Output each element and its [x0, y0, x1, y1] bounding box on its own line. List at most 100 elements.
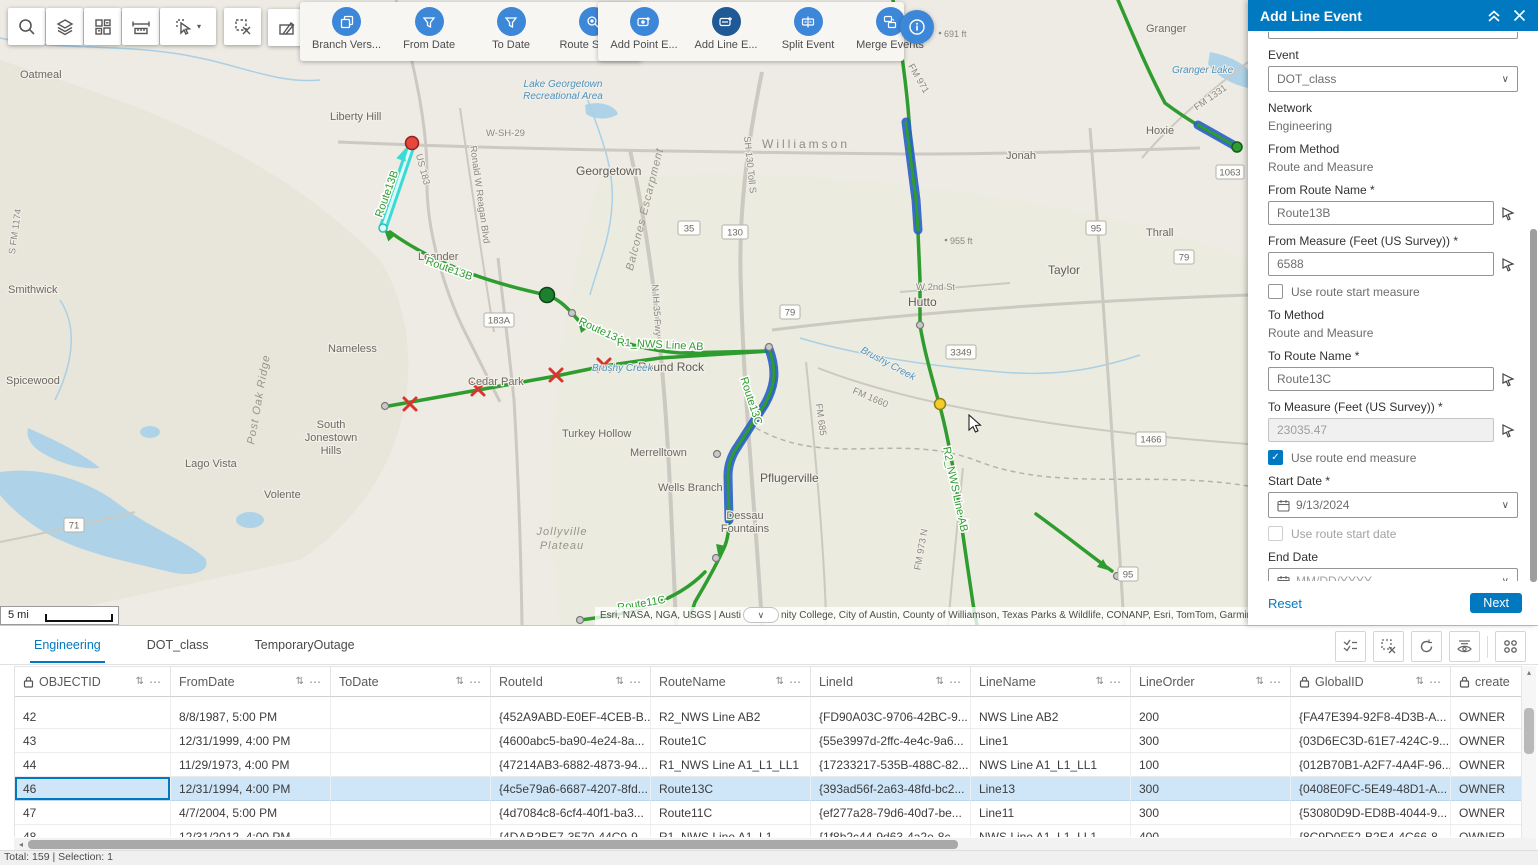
label-lake-georgetown: Lake Georgetown: [524, 79, 603, 90]
scroll-left-arrow[interactable]: ◂: [14, 840, 28, 849]
scroll-up-arrow[interactable]: ▴: [1522, 666, 1536, 680]
info-button[interactable]: [900, 10, 934, 44]
label-granger-lake: Granger Lake: [1172, 65, 1234, 76]
column-header-routeid[interactable]: RouteId⇅⋯: [491, 667, 651, 697]
mouse-cursor: [968, 414, 984, 434]
event-select[interactable]: DOT_class ∨: [1268, 66, 1518, 92]
clear-selection-icon: [233, 17, 253, 37]
label-smithwick: Smithwick: [8, 284, 58, 296]
panel-scrollbar-thumb[interactable]: [1530, 229, 1537, 582]
add-point-event-button[interactable]: Add Point E...: [610, 7, 678, 51]
basemap-button[interactable]: [84, 8, 121, 45]
use-route-end-measure-checkbox[interactable]: ✓ Use route end measure: [1268, 450, 1518, 465]
shield-71: 71: [69, 521, 80, 532]
label-spicewood: Spicewood: [6, 375, 60, 387]
toggle-visibility-button[interactable]: [1449, 631, 1480, 662]
column-header-todate[interactable]: ToDate⇅⋯: [331, 667, 491, 697]
table-row[interactable]: 474/7/2004, 5:00 PM{4d7084c8-6cf4-40f1-b…: [15, 801, 1536, 825]
sort-icon[interactable]: ⇅: [616, 676, 624, 687]
lock-icon: [23, 676, 34, 688]
layers-button[interactable]: [46, 8, 83, 45]
label-wells-branch: Wells Branch: [658, 482, 723, 494]
column-menu-icon[interactable]: ⋯: [469, 675, 482, 689]
add-line-event-label: Add Line E...: [695, 39, 758, 51]
tab-engineering[interactable]: Engineering: [30, 627, 105, 663]
tab-dot-class[interactable]: DOT_class: [143, 627, 213, 663]
column-header-linename[interactable]: LineName⇅⋯: [971, 667, 1131, 697]
table-options-button[interactable]: [1495, 631, 1526, 662]
from-route-name-input[interactable]: [1268, 201, 1494, 225]
search-button[interactable]: [8, 8, 45, 45]
sort-icon[interactable]: ⇅: [1256, 676, 1264, 687]
sort-icon[interactable]: ⇅: [296, 676, 304, 687]
checkbox-label: Use route start measure: [1291, 285, 1420, 299]
table-row[interactable]: 4312/31/1999, 4:00 PM{4600abc5-ba90-4e24…: [15, 729, 1536, 753]
column-header-lineid[interactable]: LineId⇅⋯: [811, 667, 971, 697]
sort-icon[interactable]: ⇅: [456, 676, 464, 687]
from-date-button[interactable]: From Date: [395, 7, 463, 51]
column-menu-icon[interactable]: ⋯: [1269, 675, 1282, 689]
table-row[interactable]: 4411/29/1973, 4:00 PM{47214AB3-6882-4873…: [15, 753, 1536, 777]
shield-95: 95: [1091, 224, 1102, 235]
branch-versions-button[interactable]: Branch Vers...: [312, 7, 381, 51]
add-line-event-button[interactable]: Add Line E...: [692, 7, 760, 51]
close-panel-button[interactable]: [1513, 9, 1526, 22]
toolbar-separator: [1487, 636, 1488, 658]
refresh-button[interactable]: [1411, 631, 1442, 662]
panel-scrollbar[interactable]: [1530, 36, 1537, 605]
sort-icon[interactable]: ⇅: [1096, 676, 1104, 687]
column-header-objectid[interactable]: OBJECTID⇅⋯: [15, 667, 171, 697]
collapse-panel-button[interactable]: [1487, 9, 1501, 23]
column-menu-icon[interactable]: ⋯: [629, 675, 642, 689]
calendar-icon: [1277, 575, 1290, 582]
column-menu-icon[interactable]: ⋯: [1429, 675, 1442, 689]
attribution-collapse-button[interactable]: ∨: [743, 607, 779, 623]
label-williamson: Williamson: [762, 137, 850, 151]
column-header-globalid[interactable]: GlobalID⇅⋯: [1291, 667, 1451, 697]
column-menu-icon[interactable]: ⋯: [149, 675, 162, 689]
to-date-button[interactable]: To Date: [477, 7, 545, 51]
pick-from-measure-button[interactable]: [1498, 257, 1518, 272]
shield-130: 130: [727, 228, 743, 239]
table-row-partial[interactable]: 4812/31/2012, 4:00 PM{4DAB2BE7-3570-44C9…: [15, 825, 1536, 837]
show-selected-records-button[interactable]: [1335, 631, 1366, 662]
horizontal-scrollbar-thumb[interactable]: [28, 840, 958, 849]
tab-temporary-outage[interactable]: TemporaryOutage: [251, 627, 359, 663]
sort-icon[interactable]: ⇅: [936, 676, 944, 687]
clear-selection-button[interactable]: [224, 8, 261, 45]
column-header-routename[interactable]: RouteName⇅⋯: [651, 667, 811, 697]
column-menu-icon[interactable]: ⋯: [789, 675, 802, 689]
pick-from-route-button[interactable]: [1498, 206, 1518, 221]
column-header-fromdate[interactable]: FromDate⇅⋯: [171, 667, 331, 697]
column-menu-icon[interactable]: ⋯: [309, 675, 322, 689]
to-method-label: To Method: [1268, 308, 1518, 322]
vertical-scrollbar-thumb[interactable]: [1524, 708, 1534, 754]
column-header-lineorder[interactable]: LineOrder⇅⋯: [1131, 667, 1291, 697]
pick-to-measure-button[interactable]: [1498, 423, 1518, 438]
from-measure-input[interactable]: [1268, 252, 1494, 276]
table-vertical-scrollbar[interactable]: ▴: [1521, 666, 1536, 838]
end-date-input[interactable]: MM/DD/YYYY ∨: [1268, 568, 1518, 581]
table-status-bar: Total: 159 | Selection: 1: [0, 850, 1538, 865]
pick-to-route-button[interactable]: [1498, 372, 1518, 387]
network-label: Network: [1268, 101, 1518, 115]
to-route-name-input[interactable]: [1268, 367, 1494, 391]
reset-button[interactable]: Reset: [1268, 596, 1302, 611]
column-menu-icon[interactable]: ⋯: [1109, 675, 1122, 689]
measure-button[interactable]: [122, 8, 159, 45]
table-row-selected[interactable]: 4612/31/1994, 4:00 PM{4c5e79a6-6687-4207…: [15, 777, 1536, 801]
split-event-button[interactable]: Split Event: [774, 7, 842, 51]
column-menu-icon[interactable]: ⋯: [949, 675, 962, 689]
to-measure-input: [1268, 418, 1494, 442]
start-date-input[interactable]: 9/13/2024 ∨: [1268, 492, 1518, 518]
sort-icon[interactable]: ⇅: [776, 676, 784, 687]
clear-table-selection-button[interactable]: [1373, 631, 1404, 662]
select-tool-button[interactable]: ▾: [160, 8, 216, 45]
next-button[interactable]: Next: [1470, 593, 1522, 613]
table-row[interactable]: 428/8/1987, 5:00 PM{452A9ABD-E0EF-4CEB-B…: [15, 705, 1536, 729]
sort-icon[interactable]: ⇅: [1416, 676, 1424, 687]
column-header-create[interactable]: create: [1451, 667, 1521, 697]
use-route-start-measure-checkbox[interactable]: Use route start measure: [1268, 284, 1518, 299]
label-w-sh-29: W-SH-29: [486, 128, 525, 139]
sort-icon[interactable]: ⇅: [136, 676, 144, 687]
